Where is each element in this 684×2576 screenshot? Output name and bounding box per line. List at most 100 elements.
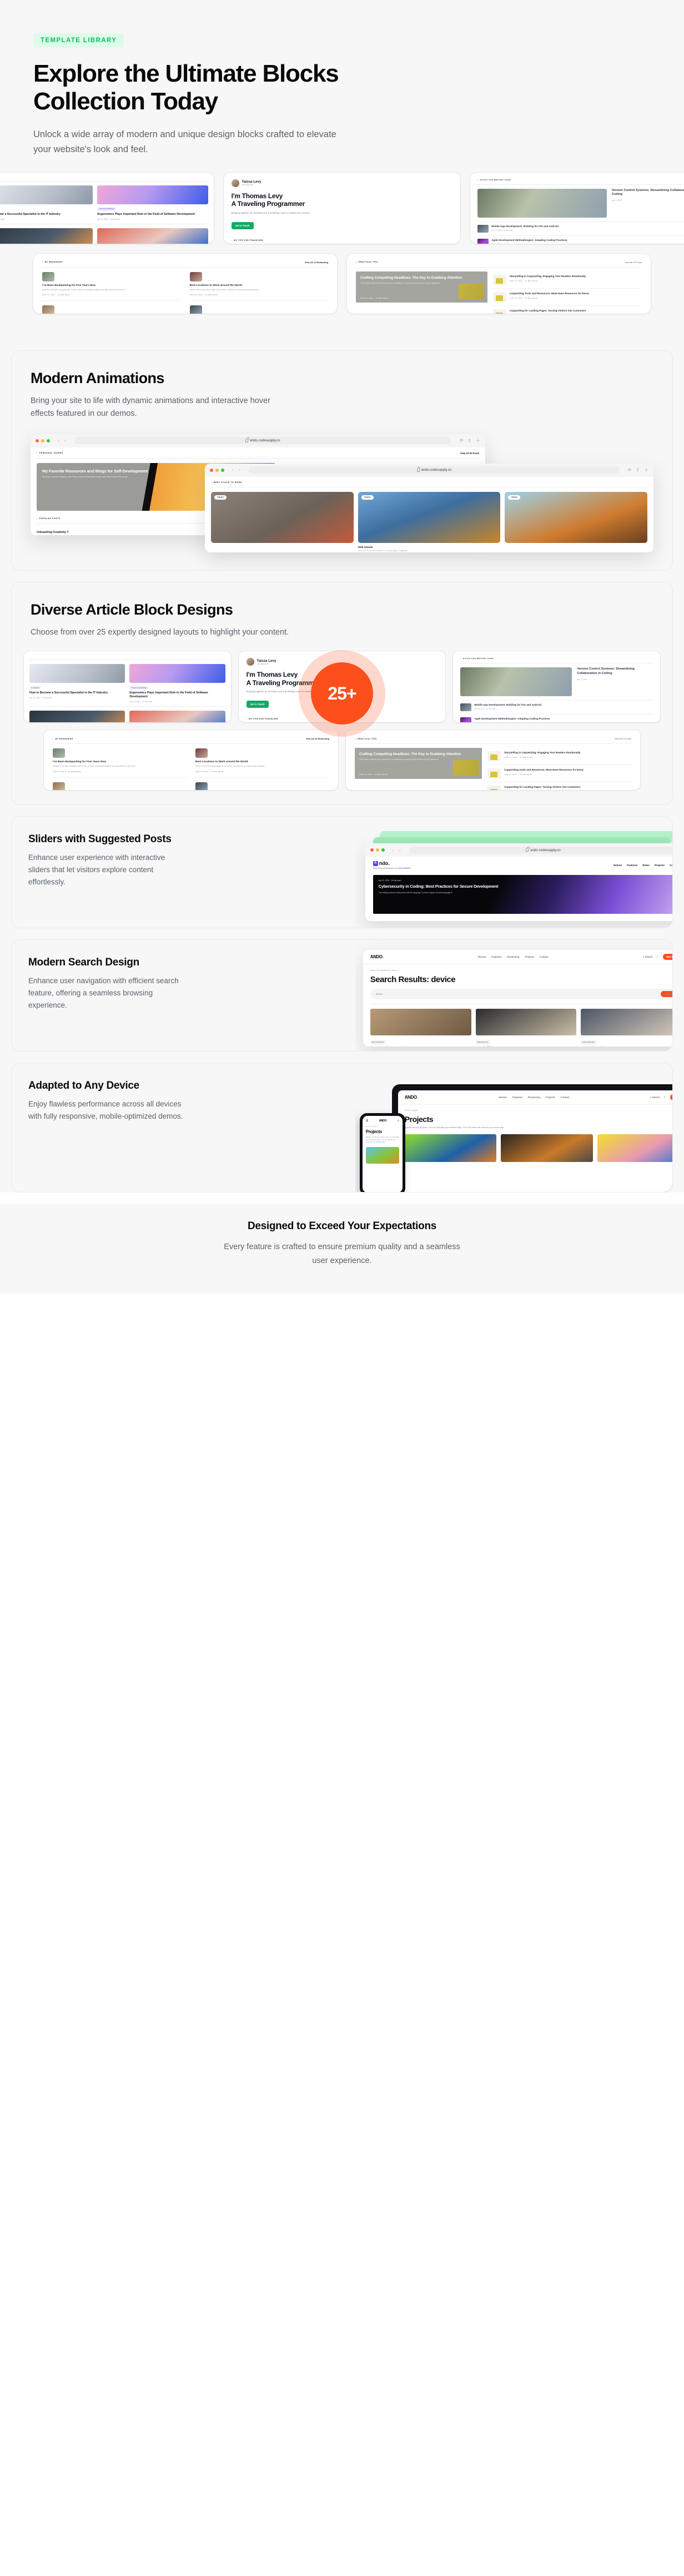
nav-item-contact[interactable]: Contact: [670, 864, 672, 867]
site-nav-menu[interactable]: Demos Features Reasoning Projects Contac…: [478, 955, 549, 958]
view-all-reasoning-link[interactable]: View All 12 Reasoning: [306, 737, 329, 740]
list-item[interactable]: I've Been Backpacking for Five Years Now…: [53, 744, 187, 778]
trip-card[interactable]: TRIPS: [505, 491, 647, 543]
preview-card-reasoning[interactable]: MY REASONING View All 12 Reasoning I've …: [33, 253, 337, 314]
list-item[interactable]: Unexplored Places as a Way to Get Inspir…: [195, 778, 329, 791]
browser-nav-arrows[interactable]: ‹ ›: [393, 847, 401, 853]
window-controls[interactable]: [36, 439, 50, 442]
back-arrow-icon[interactable]: ‹: [58, 438, 59, 443]
browser-window-front[interactable]: ‹ › ando.codesupply.co ⟳ ⇪ ＋ BEST PLACE …: [205, 463, 653, 552]
forward-arrow-icon[interactable]: ›: [399, 847, 401, 853]
trip-card[interactable]: TRIPS: [211, 491, 354, 543]
preview-card-traveler[interactable]: Taissa Levy TRAVELER I'm Thomas Levy A T…: [223, 172, 461, 244]
list-item[interactable]: Copywriting for Landing Pages: Turning V…: [487, 782, 631, 791]
trip-card[interactable]: TRIPS: [358, 491, 501, 543]
new-tab-icon[interactable]: ＋: [644, 467, 648, 472]
search-trigger[interactable]: ⌕ Search: [650, 1096, 660, 1099]
list-item[interactable]: Mobile App Development: Building for iOS…: [460, 700, 653, 714]
nav-item-features[interactable]: Features: [491, 955, 501, 958]
browser-nav-arrows[interactable]: ‹ ›: [232, 467, 240, 472]
nav-item-features[interactable]: Features: [627, 864, 637, 867]
site-nav-menu[interactable]: Demos Features Reasoning Projects Contac…: [499, 1096, 569, 1099]
reload-icon[interactable]: ⟳: [628, 467, 632, 472]
list-item[interactable]: Agile Development Methodologies: Adaptin…: [460, 714, 653, 723]
list-item[interactable]: Unexplored Places as a Way to Get Inspir…: [189, 301, 329, 314]
nav-item-contact[interactable]: Contact: [540, 955, 549, 958]
mini-article[interactable]: CODE Version Control Systems: Streamlini…: [97, 228, 208, 244]
list-item[interactable]: Best Locations to Work around the World …: [195, 744, 329, 778]
window-controls[interactable]: [210, 468, 225, 472]
nav-item-projects[interactable]: Projects: [525, 955, 534, 958]
search-icon[interactable]: ⌕: [398, 1119, 399, 1123]
maximize-window-dot[interactable]: [381, 848, 385, 852]
list-item[interactable]: Copywriting Tools and Resources: Must-Ha…: [487, 765, 631, 783]
list-item[interactable]: How to Meet Like-Minded People when Trav…: [53, 778, 187, 791]
mini-article[interactable]: PROGRAMMING Ergonomics Plays Important R…: [97, 185, 208, 220]
list-item[interactable]: Agile Development Methodologies: Adaptin…: [477, 235, 684, 244]
list-item[interactable]: Storytelling in Copywriting: Engaging Yo…: [487, 748, 631, 766]
tagline-link[interactable]: David Williams.: [398, 867, 411, 869]
list-item[interactable]: Copywriting for Landing Pages: Turning V…: [492, 306, 642, 314]
browser-address-bar[interactable]: ando.codesupply.co: [74, 437, 451, 445]
close-window-dot[interactable]: [36, 439, 39, 442]
list-item[interactable]: Best Locations to Work around the World …: [189, 268, 328, 301]
new-tab-icon[interactable]: ＋: [476, 438, 480, 443]
get-in-touch-button[interactable]: Get in Touch: [231, 222, 254, 229]
search-result-item[interactable]: PROJECTS Internal Affairs: [475, 1009, 577, 1046]
list-item[interactable]: Mobile App Development: Building for iOS…: [477, 221, 684, 235]
search-submit-button[interactable]: Search ⌕: [660, 991, 672, 998]
maximize-window-dot[interactable]: [47, 439, 50, 442]
preview-card-rules[interactable]: RULES FOR WRITING CODE Version Control S…: [470, 172, 684, 244]
reload-icon[interactable]: ⟳: [460, 438, 464, 443]
search-result-item[interactable]: REASONING The Impact of User-Centered: [370, 1009, 471, 1046]
nav-item-demos[interactable]: Demos: [478, 955, 486, 958]
site-logo[interactable]: ANDO.: [379, 1119, 388, 1123]
nav-item-reasoning[interactable]: Reasoning: [507, 955, 519, 958]
list-item[interactable]: I've Been Backpacking for Five Years Now…: [42, 268, 181, 301]
list-item[interactable]: How to Meet Like-Minded People when Trav…: [42, 301, 181, 314]
back-arrow-icon[interactable]: ‹: [232, 467, 234, 472]
mini-article[interactable]: CAREER How to Become a Successful Specia…: [0, 185, 93, 220]
nav-item-reasoning[interactable]: Reasoning: [528, 1096, 540, 1099]
site-nav-menu[interactable]: Demos Features Rules Projects Contact: [613, 864, 672, 867]
site-logo[interactable]: A ndo.: [373, 861, 411, 866]
minimize-window-dot[interactable]: [41, 439, 44, 442]
mini-article[interactable]: PROGRAMMING Ergonomics Plays Important R…: [129, 664, 225, 703]
preview-card-practical-tips[interactable]: PRACTICAL TIPS View All 20 Posts Craftin…: [347, 253, 651, 314]
diverse-card-blog-grid[interactable]: CAREER How to Become a Successful Specia…: [24, 651, 231, 723]
browser-actions[interactable]: ⟳ ⇪ ＋: [628, 467, 648, 472]
browser-window-sliders[interactable]: ‹ › ando.codesupply.co A ndo. Blog about…: [365, 843, 672, 922]
nav-item-features[interactable]: Features: [512, 1096, 522, 1099]
browser-actions[interactable]: ⟳ ⇪ ＋: [460, 438, 480, 443]
view-all-posts-link[interactable]: View All 20 Posts: [460, 452, 479, 455]
minimize-window-dot[interactable]: [375, 848, 379, 852]
window-controls[interactable]: [370, 848, 385, 852]
search-input[interactable]: device Search ⌕: [370, 989, 672, 1000]
featured-post[interactable]: Crafting Compelling Headlines: The Key t…: [355, 748, 482, 779]
view-all-posts-link[interactable]: View All 20 Posts: [625, 261, 642, 264]
diverse-card-rules[interactable]: RULES FOR WRITING CODE Version Control S…: [453, 651, 661, 723]
diverse-card-reasoning[interactable]: MY REASONING View All 12 Reasoning I've …: [44, 730, 338, 791]
share-icon[interactable]: ⇪: [467, 438, 471, 443]
dark-mode-toggle-icon[interactable]: ☾: [664, 1096, 666, 1099]
back-arrow-icon[interactable]: ‹: [393, 847, 394, 853]
nav-item-projects[interactable]: Projects: [655, 864, 665, 867]
hero-post-card[interactable]: Apr 10, 2024 · 10 min read Cybersecurity…: [373, 875, 672, 914]
browser-nav-arrows[interactable]: ‹ ›: [58, 438, 66, 443]
nav-item-demos[interactable]: Demos: [613, 864, 622, 867]
project-card[interactable]: [501, 1134, 593, 1162]
tablet-device[interactable]: ANDO. Demos Features Reasoning Projects …: [391, 1084, 672, 1193]
browser-address-bar[interactable]: ando.codesupply.co: [409, 846, 672, 854]
nav-item-rules[interactable]: Rules: [642, 864, 650, 867]
project-card[interactable]: [404, 1134, 497, 1162]
browser-address-bar[interactable]: ando.codesupply.co: [249, 466, 620, 474]
preview-card-blog-grid[interactable]: CAREER How to Become a Successful Specia…: [0, 172, 214, 244]
mini-article[interactable]: CODE Version Control Systems: Streamlini…: [129, 711, 225, 723]
buy-now-button[interactable]: Buy Now ›: [662, 954, 672, 960]
nav-item-contact[interactable]: Contact: [561, 1096, 570, 1099]
get-in-touch-button[interactable]: Get in Touch: [246, 701, 269, 708]
view-all-posts-link[interactable]: View All 20 Posts: [614, 737, 631, 740]
list-item[interactable]: Storytelling in Copywriting: Engaging Yo…: [492, 271, 642, 289]
nav-item-projects[interactable]: Projects: [546, 1096, 555, 1099]
forward-arrow-icon[interactable]: ›: [239, 467, 240, 472]
